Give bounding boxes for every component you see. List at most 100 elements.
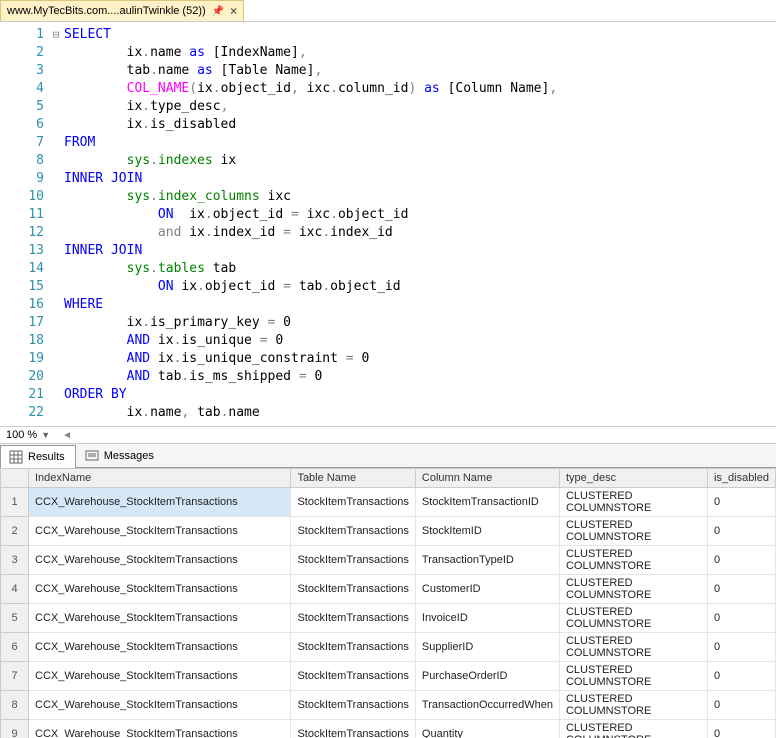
table-row[interactable]: 1CCX_Warehouse_StockItemTransactionsStoc…: [1, 488, 776, 517]
cell[interactable]: CLUSTERED COLUMNSTORE: [559, 488, 707, 517]
code-line[interactable]: and ix.index_id = ixc.index_id: [64, 224, 776, 242]
cell[interactable]: 0: [707, 691, 775, 720]
cell[interactable]: CCX_Warehouse_StockItemTransactions: [29, 604, 291, 633]
fold-marker[interactable]: [50, 332, 62, 350]
cell[interactable]: CCX_Warehouse_StockItemTransactions: [29, 662, 291, 691]
fold-marker[interactable]: [50, 134, 62, 152]
fold-marker[interactable]: [50, 152, 62, 170]
cell[interactable]: StockItemTransactions: [291, 546, 415, 575]
fold-marker[interactable]: [50, 224, 62, 242]
fold-marker[interactable]: [50, 242, 62, 260]
code-area[interactable]: SELECT ix.name as [IndexName], tab.name …: [62, 22, 776, 426]
cell[interactable]: 0: [707, 720, 775, 738]
close-icon[interactable]: ×: [230, 4, 237, 18]
code-line[interactable]: AND tab.is_ms_shipped = 0: [64, 368, 776, 386]
code-line[interactable]: ORDER BY: [64, 386, 776, 404]
cell[interactable]: 0: [707, 575, 775, 604]
fold-marker[interactable]: ⊟: [50, 26, 62, 44]
row-number-cell[interactable]: 5: [1, 604, 29, 633]
cell[interactable]: CLUSTERED COLUMNSTORE: [559, 517, 707, 546]
cell[interactable]: CCX_Warehouse_StockItemTransactions: [29, 546, 291, 575]
code-line[interactable]: INNER JOIN: [64, 170, 776, 188]
cell[interactable]: CCX_Warehouse_StockItemTransactions: [29, 720, 291, 738]
cell[interactable]: StockItemTransactions: [291, 633, 415, 662]
cell[interactable]: TransactionTypeID: [415, 546, 559, 575]
cell[interactable]: TransactionOccurredWhen: [415, 691, 559, 720]
cell[interactable]: PurchaseOrderID: [415, 662, 559, 691]
pin-icon[interactable]: 📌: [212, 6, 224, 17]
code-line[interactable]: ON ix.object_id = ixc.object_id: [64, 206, 776, 224]
cell[interactable]: StockItemTransactions: [291, 488, 415, 517]
table-row[interactable]: 7CCX_Warehouse_StockItemTransactionsStoc…: [1, 662, 776, 691]
code-folding-gutter[interactable]: ⊟: [50, 22, 62, 426]
cell[interactable]: 0: [707, 488, 775, 517]
code-line[interactable]: AND ix.is_unique_constraint = 0: [64, 350, 776, 368]
code-line[interactable]: ix.name as [IndexName],: [64, 44, 776, 62]
code-line[interactable]: sys.indexes ix: [64, 152, 776, 170]
cell[interactable]: 0: [707, 633, 775, 662]
code-line[interactable]: ix.is_disabled: [64, 116, 776, 134]
zoom-dropdown-icon[interactable]: ▼: [41, 430, 50, 440]
table-row[interactable]: 2CCX_Warehouse_StockItemTransactionsStoc…: [1, 517, 776, 546]
column-header[interactable]: IndexName: [29, 469, 291, 488]
cell[interactable]: StockItemTransactions: [291, 720, 415, 738]
column-header[interactable]: Table Name: [291, 469, 415, 488]
cell[interactable]: CCX_Warehouse_StockItemTransactions: [29, 575, 291, 604]
table-row[interactable]: 9CCX_Warehouse_StockItemTransactionsStoc…: [1, 720, 776, 738]
fold-marker[interactable]: [50, 116, 62, 134]
cell[interactable]: CCX_Warehouse_StockItemTransactions: [29, 633, 291, 662]
code-line[interactable]: SELECT: [64, 26, 776, 44]
scroll-left-icon[interactable]: ◄: [62, 430, 72, 441]
fold-marker[interactable]: [50, 188, 62, 206]
cell[interactable]: StockItemTransactions: [291, 517, 415, 546]
sql-editor[interactable]: 12345678910111213141516171819202122 ⊟ SE…: [0, 22, 776, 427]
code-line[interactable]: AND ix.is_unique = 0: [64, 332, 776, 350]
cell[interactable]: StockItemID: [415, 517, 559, 546]
fold-marker[interactable]: [50, 314, 62, 332]
row-number-cell[interactable]: 6: [1, 633, 29, 662]
code-line[interactable]: FROM: [64, 134, 776, 152]
row-number-cell[interactable]: 9: [1, 720, 29, 738]
cell[interactable]: StockItemTransactionID: [415, 488, 559, 517]
fold-marker[interactable]: [50, 260, 62, 278]
cell[interactable]: Quantity: [415, 720, 559, 738]
fold-marker[interactable]: [50, 296, 62, 314]
fold-marker[interactable]: [50, 44, 62, 62]
fold-marker[interactable]: [50, 98, 62, 116]
cell[interactable]: CLUSTERED COLUMNSTORE: [559, 633, 707, 662]
row-number-cell[interactable]: 8: [1, 691, 29, 720]
row-number-cell[interactable]: 1: [1, 488, 29, 517]
cell[interactable]: CLUSTERED COLUMNSTORE: [559, 575, 707, 604]
cell[interactable]: CustomerID: [415, 575, 559, 604]
document-tab[interactable]: www.MyTecBits.com....aulinTwinkle (52)) …: [0, 0, 244, 21]
code-line[interactable]: WHERE: [64, 296, 776, 314]
code-line[interactable]: ON ix.object_id = tab.object_id: [64, 278, 776, 296]
code-line[interactable]: tab.name as [Table Name],: [64, 62, 776, 80]
code-line[interactable]: sys.index_columns ixc: [64, 188, 776, 206]
results-grid[interactable]: IndexNameTable NameColumn Nametype_desci…: [0, 468, 776, 738]
cell[interactable]: StockItemTransactions: [291, 575, 415, 604]
fold-marker[interactable]: [50, 278, 62, 296]
cell[interactable]: CLUSTERED COLUMNSTORE: [559, 691, 707, 720]
cell[interactable]: 0: [707, 517, 775, 546]
fold-marker[interactable]: [50, 368, 62, 386]
row-number-cell[interactable]: 4: [1, 575, 29, 604]
fold-marker[interactable]: [50, 404, 62, 422]
zoom-value[interactable]: 100 %: [6, 429, 37, 441]
column-header[interactable]: Column Name: [415, 469, 559, 488]
cell[interactable]: CLUSTERED COLUMNSTORE: [559, 662, 707, 691]
table-row[interactable]: 5CCX_Warehouse_StockItemTransactionsStoc…: [1, 604, 776, 633]
code-line[interactable]: ix.is_primary_key = 0: [64, 314, 776, 332]
cell[interactable]: StockItemTransactions: [291, 662, 415, 691]
cell[interactable]: InvoiceID: [415, 604, 559, 633]
fold-marker[interactable]: [50, 80, 62, 98]
table-row[interactable]: 6CCX_Warehouse_StockItemTransactionsStoc…: [1, 633, 776, 662]
row-number-header[interactable]: [1, 469, 29, 488]
code-line[interactable]: ix.name, tab.name: [64, 404, 776, 422]
column-header[interactable]: is_disabled: [707, 469, 775, 488]
cell[interactable]: 0: [707, 662, 775, 691]
cell[interactable]: StockItemTransactions: [291, 604, 415, 633]
code-line[interactable]: sys.tables tab: [64, 260, 776, 278]
fold-marker[interactable]: [50, 206, 62, 224]
cell[interactable]: CCX_Warehouse_StockItemTransactions: [29, 691, 291, 720]
